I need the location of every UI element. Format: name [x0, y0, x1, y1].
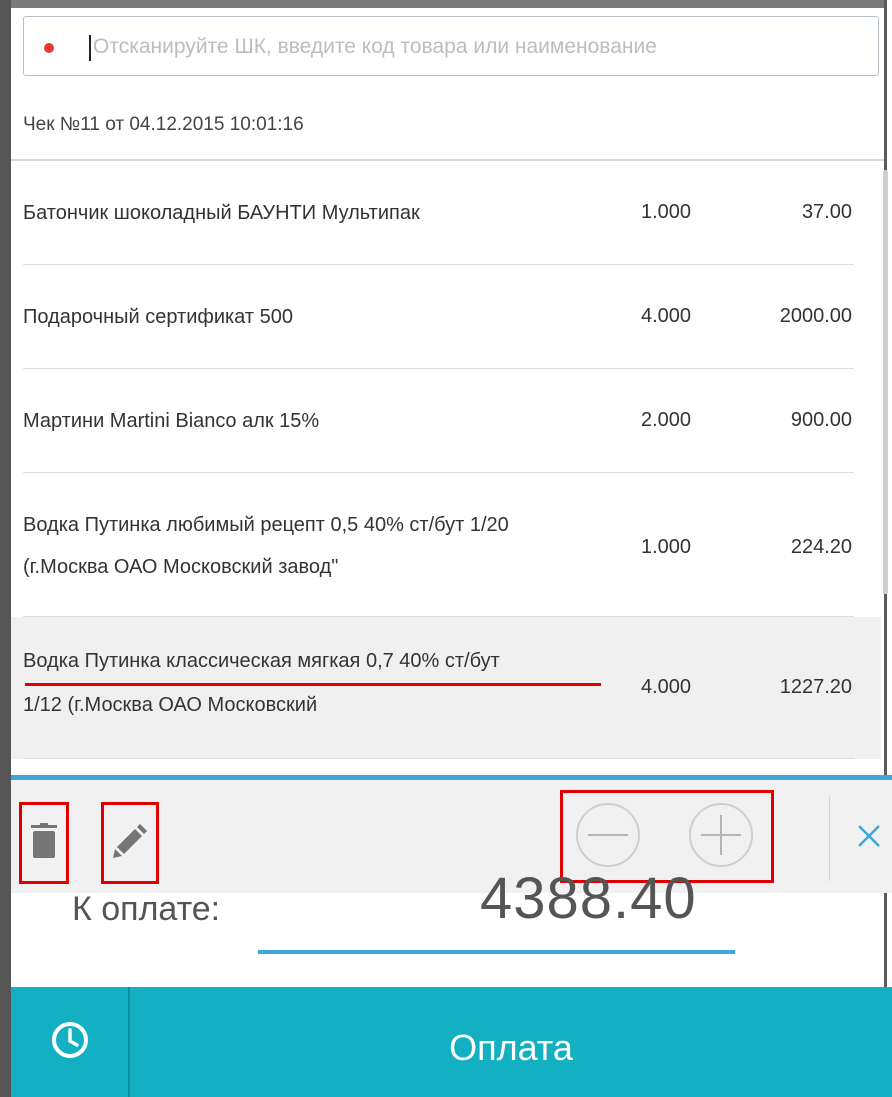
item-quantity: 2.000: [641, 409, 692, 431]
plus-icon: [688, 802, 754, 873]
minus-icon: [575, 802, 641, 873]
list-item[interactable]: Водка Путинка любимый рецепт 0,5 40% ст/…: [11, 473, 881, 617]
clock-icon: [50, 1020, 90, 1065]
list-scrollbar[interactable]: [883, 170, 888, 594]
search-field[interactable]: [23, 16, 879, 76]
row-divider: [23, 758, 854, 759]
decrease-quantity-button[interactable]: [575, 802, 641, 873]
list-item[interactable]: Подарочный сертификат 500 4.000 2000.00: [11, 265, 881, 369]
total-label: К оплате:: [72, 890, 221, 928]
item-name: Батончик шоколадный БАУНТИ Мультипак: [23, 202, 420, 224]
item-sum: 224.20: [790, 536, 852, 558]
item-name-line2: 1/12 (г.Москва ОАО Московский: [23, 694, 318, 716]
item-sum: 2000.00: [779, 305, 852, 327]
close-icon: [857, 824, 881, 853]
bottom-action-bar: Оплата: [11, 987, 892, 1097]
item-toolbar: [11, 780, 892, 893]
close-toolbar-button[interactable]: [851, 820, 887, 856]
list-item[interactable]: Мартини Martini Bianco алк 15% 2.000 900…: [11, 369, 881, 473]
pay-button[interactable]: Оплата: [130, 987, 892, 1097]
pencil-icon: [113, 823, 147, 863]
history-button[interactable]: [11, 987, 128, 1097]
item-name-line2: (г.Москва ОАО Московский завод": [23, 556, 339, 578]
item-quantity: 1.000: [641, 201, 692, 223]
receipt-title: Чек №11 от 04.12.2015 10:01:16: [23, 114, 304, 135]
trash-icon: [31, 822, 57, 864]
item-name: Подарочный сертификат 500: [23, 306, 293, 328]
item-quantity: 4.000: [641, 305, 692, 327]
item-sum: 1227.20: [779, 676, 852, 698]
item-name-line1: Водка Путинка любимый рецепт 0,5 40% ст/…: [23, 514, 509, 536]
item-name: Мартини Martini Bianco алк 15%: [23, 410, 320, 432]
text-caret: [89, 35, 91, 61]
highlight-underline: [25, 683, 601, 686]
item-sum: 37.00: [801, 201, 852, 223]
total-underline: [258, 950, 735, 954]
window-frame-left: [0, 0, 11, 1097]
receipt-items-list: Батончик шоколадный БАУНТИ Мультипак 1.0…: [11, 161, 884, 773]
scanner-status-dot: [44, 43, 54, 53]
item-sum: 900.00: [790, 409, 852, 431]
item-quantity: 4.000: [641, 676, 692, 698]
window-frame-top: [11, 0, 886, 8]
item-name-line1: Водка Путинка классическая мягкая 0,7 40…: [23, 650, 500, 672]
toolbar-divider: [829, 796, 830, 881]
list-item-selected[interactable]: Водка Путинка классическая мягкая 0,7 40…: [11, 617, 881, 759]
search-input[interactable]: [93, 27, 863, 67]
increase-quantity-button[interactable]: [688, 802, 754, 873]
list-item[interactable]: Батончик шоколадный БАУНТИ Мультипак 1.0…: [11, 161, 881, 265]
delete-button[interactable]: [19, 802, 69, 884]
total-amount: 4388.40: [480, 866, 697, 931]
item-quantity: 1.000: [641, 536, 692, 558]
edit-button[interactable]: [101, 802, 159, 884]
